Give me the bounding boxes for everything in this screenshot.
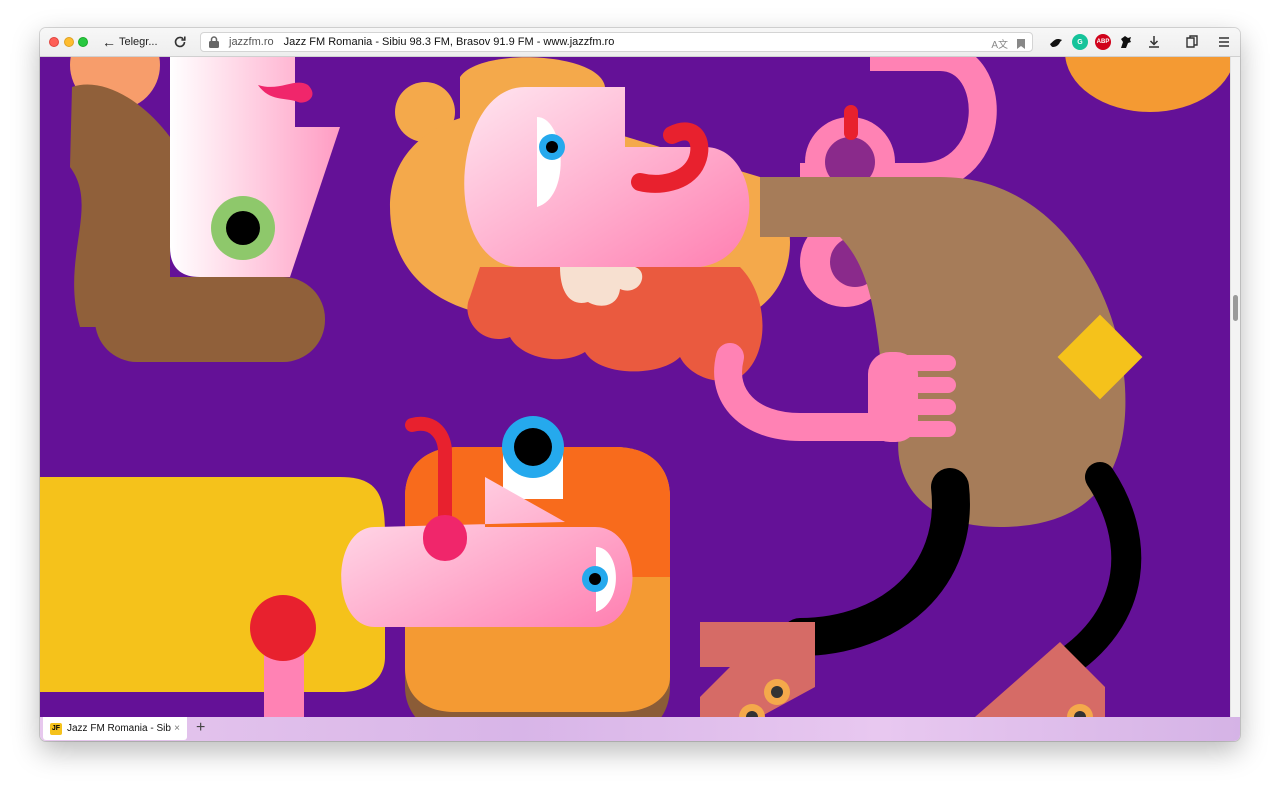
finger-2 [900, 377, 956, 393]
tab-jazzfm[interactable]: JF Jazz FM Romania - Sibiu × [43, 717, 187, 740]
finger-3 [900, 399, 956, 415]
musician-eye-pupil [546, 141, 558, 153]
red-ball [250, 595, 316, 661]
minimize-window-button[interactable] [64, 37, 74, 47]
musician-face [464, 87, 750, 267]
finger-1 [900, 355, 956, 371]
translate-icon[interactable]: A文 [991, 36, 1008, 51]
new-tab-button[interactable]: + [196, 719, 205, 737]
grammarly-icon[interactable]: G [1072, 34, 1088, 50]
extension-bird-icon[interactable] [1048, 34, 1064, 50]
url-actions: A文 [991, 36, 1026, 51]
back-arrow-icon: ← [102, 34, 116, 50]
lock-icon [209, 36, 219, 48]
adblock-plus-icon[interactable]: ABP [1095, 34, 1111, 50]
pink-arm [714, 343, 904, 441]
close-tab-icon[interactable]: × [171, 723, 183, 734]
jazz-illustration [40, 57, 1230, 717]
tab-title: Jazz FM Romania - Sibiu [67, 723, 171, 734]
brown-arm-lower [95, 277, 325, 362]
shoe-button-1-center [771, 686, 783, 698]
bookmark-icon[interactable] [1016, 38, 1026, 50]
grammarly-label: G [1072, 34, 1088, 50]
menu-icon[interactable] [1216, 34, 1232, 50]
bottom-eye-pupil [589, 573, 601, 585]
extension-horse-icon[interactable] [1118, 34, 1134, 50]
reload-icon[interactable] [172, 34, 188, 50]
finger-4 [900, 421, 956, 437]
page-artwork [40, 57, 1230, 717]
scrollbar-thumb[interactable] [1233, 295, 1238, 321]
eye-pupil [226, 211, 260, 245]
top-right-orange-blob [1065, 57, 1230, 112]
vertical-scrollbar[interactable] [1230, 57, 1240, 717]
back-label: Telegr... [119, 36, 158, 48]
address-bar[interactable]: jazzfm.ro Jazz FM Romania - Sibiu 98.3 F… [200, 32, 1033, 52]
library-icon[interactable] [1184, 34, 1200, 50]
download-icon[interactable] [1146, 34, 1162, 50]
browser-toolbar: ← Telegr... jazzfm.ro Jazz FM Romania - … [40, 28, 1240, 57]
top-eye-pupil [514, 428, 552, 466]
jazzfm-favicon-icon: JF [50, 722, 62, 735]
close-window-button[interactable] [49, 37, 59, 47]
tab-bar: JF Jazz FM Romania - Sibiu × + [40, 717, 1240, 741]
pink-mouthpiece [423, 515, 467, 561]
page-title: Jazz FM Romania - Sibiu 98.3 FM, Brasov … [283, 36, 615, 48]
black-leg-left [781, 468, 970, 656]
maximize-window-button[interactable] [78, 37, 88, 47]
browser-window: ← Telegr... jazzfm.ro Jazz FM Romania - … [40, 28, 1240, 741]
url-domain: jazzfm.ro [229, 36, 274, 48]
left-shoe [700, 622, 815, 717]
adblock-label: ABP [1095, 34, 1111, 50]
back-button[interactable]: ← Telegr... [102, 33, 158, 51]
yellow-body [40, 477, 385, 692]
red-key-top [844, 105, 858, 140]
